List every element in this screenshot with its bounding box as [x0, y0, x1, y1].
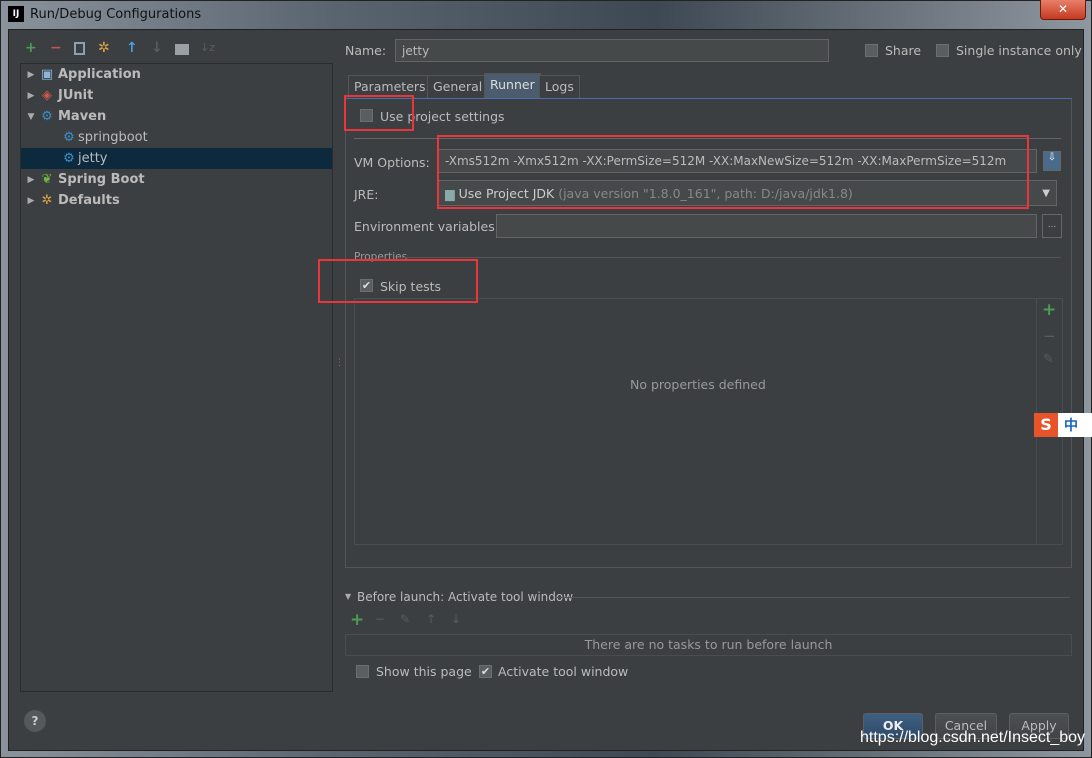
junit-icon: ◈ [42, 88, 52, 103]
separator [555, 597, 1070, 598]
node-label: springboot [78, 130, 148, 145]
name-label: Name: [345, 43, 387, 58]
wrench-icon: ✲ [41, 193, 53, 208]
tree-node-application[interactable]: ▶ ▣ Application [21, 64, 332, 85]
show-page-checkbox[interactable] [356, 665, 369, 678]
show-page-label: Show this page [376, 664, 472, 679]
tree-node-springboot[interactable]: ⚙ springboot [21, 127, 332, 148]
add-task-icon[interactable]: + [350, 610, 364, 630]
expand-arrow-icon[interactable]: ▶ [23, 70, 39, 80]
copy-icon[interactable] [74, 42, 85, 55]
collapse-arrow-icon[interactable]: ▼ [23, 112, 39, 122]
env-vars-input[interactable] [496, 214, 1037, 238]
expand-arrow-icon[interactable]: ▶ [23, 175, 39, 185]
dropdown-arrow-icon[interactable]: ▼ [1042, 188, 1050, 199]
node-label: Maven [58, 109, 107, 124]
move-up-icon[interactable]: ↑ [126, 40, 138, 56]
remove-property-icon[interactable]: − [1043, 327, 1056, 345]
ime-indicator[interactable]: S 中 [1034, 413, 1092, 437]
node-label: JUnit [58, 88, 94, 103]
expand-arrow-icon[interactable]: ▶ [23, 196, 39, 206]
annotation-box [318, 259, 478, 303]
window-title: Run/Debug Configurations [30, 6, 202, 22]
tab-logs[interactable]: Logs [539, 75, 580, 98]
maven-gear-icon: ⚙ [41, 109, 53, 124]
annotation-box [437, 135, 1029, 209]
activate-tool-window-checkbox[interactable]: ✔ [479, 665, 492, 678]
name-input[interactable]: jetty [395, 39, 829, 62]
edit-property-icon[interactable]: ✎ [1043, 352, 1054, 367]
tree-node-defaults[interactable]: ▶ ✲ Defaults [21, 190, 332, 211]
expand-field-icon[interactable]: ⇩ [1043, 151, 1061, 171]
move-task-down-icon[interactable]: ↓ [451, 612, 461, 626]
ime-mode: 中 [1064, 418, 1078, 434]
sort-icon[interactable]: ↓z [200, 41, 215, 54]
tab-runner[interactable]: Runner [484, 73, 541, 98]
single-instance-label: Single instance only [956, 43, 1082, 58]
share-checkbox[interactable] [865, 44, 878, 57]
help-button[interactable]: ? [24, 710, 46, 732]
tree-node-spring-boot[interactable]: ▶ ❦ Spring Boot [21, 169, 332, 190]
tab-general[interactable]: General [427, 75, 489, 98]
maven-gear-icon: ⚙ [63, 130, 75, 145]
config-tree: ▶ ▣ Application ▶ ◈ JUnit ▼ ⚙ Maven ⚙ springboo… [20, 63, 333, 692]
properties-table[interactable] [354, 298, 1063, 545]
add-property-icon[interactable]: + [1042, 300, 1056, 320]
node-label: Spring Boot [58, 172, 145, 187]
watermark: https://blog.csdn.net/Insect_boy [860, 729, 1086, 746]
folder-icon[interactable] [175, 44, 189, 55]
jre-label: JRE: [354, 187, 379, 202]
env-vars-label: Environment variables: [354, 219, 499, 234]
maven-gear-icon: ⚙ [63, 151, 75, 166]
node-label: jetty [78, 151, 108, 166]
share-label: Share [885, 43, 922, 58]
before-launch-header[interactable]: Before launch: Activate tool window [357, 590, 573, 604]
sogou-logo-icon: S [1034, 413, 1058, 437]
edit-task-icon[interactable]: ✎ [400, 612, 410, 626]
remove-icon[interactable]: − [50, 40, 62, 56]
remove-task-icon[interactable]: − [375, 612, 385, 626]
move-down-icon[interactable]: ↓ [151, 40, 163, 56]
env-browse-button[interactable]: ... [1042, 214, 1062, 238]
add-icon[interactable]: + [25, 40, 37, 56]
before-launch-tasks-list[interactable]: There are no tasks to run before launch [345, 634, 1072, 656]
single-instance-checkbox[interactable] [936, 44, 949, 57]
move-task-up-icon[interactable]: ↑ [426, 612, 436, 626]
application-icon: ▣ [40, 67, 54, 82]
spring-boot-icon: ❦ [41, 172, 53, 187]
title-bar: IJ Run/Debug Configurations [8, 4, 201, 24]
node-label: Application [58, 67, 141, 82]
wrench-icon[interactable]: ✲ [98, 40, 110, 56]
activate-tool-window-label: Activate tool window [498, 664, 629, 679]
expand-arrow-icon[interactable]: ▶ [23, 91, 39, 101]
intellij-icon: IJ [8, 6, 24, 22]
splitter-handle[interactable]: ⋮ [335, 358, 344, 368]
node-label: Defaults [58, 193, 120, 208]
annotation-box [344, 95, 414, 131]
tree-node-junit[interactable]: ▶ ◈ JUnit [21, 85, 332, 106]
tree-node-jetty[interactable]: ⚙ jetty [21, 148, 332, 169]
tree-node-maven[interactable]: ▼ ⚙ Maven [21, 106, 332, 127]
close-button[interactable]: ✕ [1040, 0, 1086, 20]
no-properties-text: No properties defined [630, 377, 766, 392]
separator [400, 257, 1061, 258]
vm-options-label: VM Options: [354, 155, 430, 170]
collapse-arrow-icon[interactable]: ▼ [345, 592, 351, 601]
